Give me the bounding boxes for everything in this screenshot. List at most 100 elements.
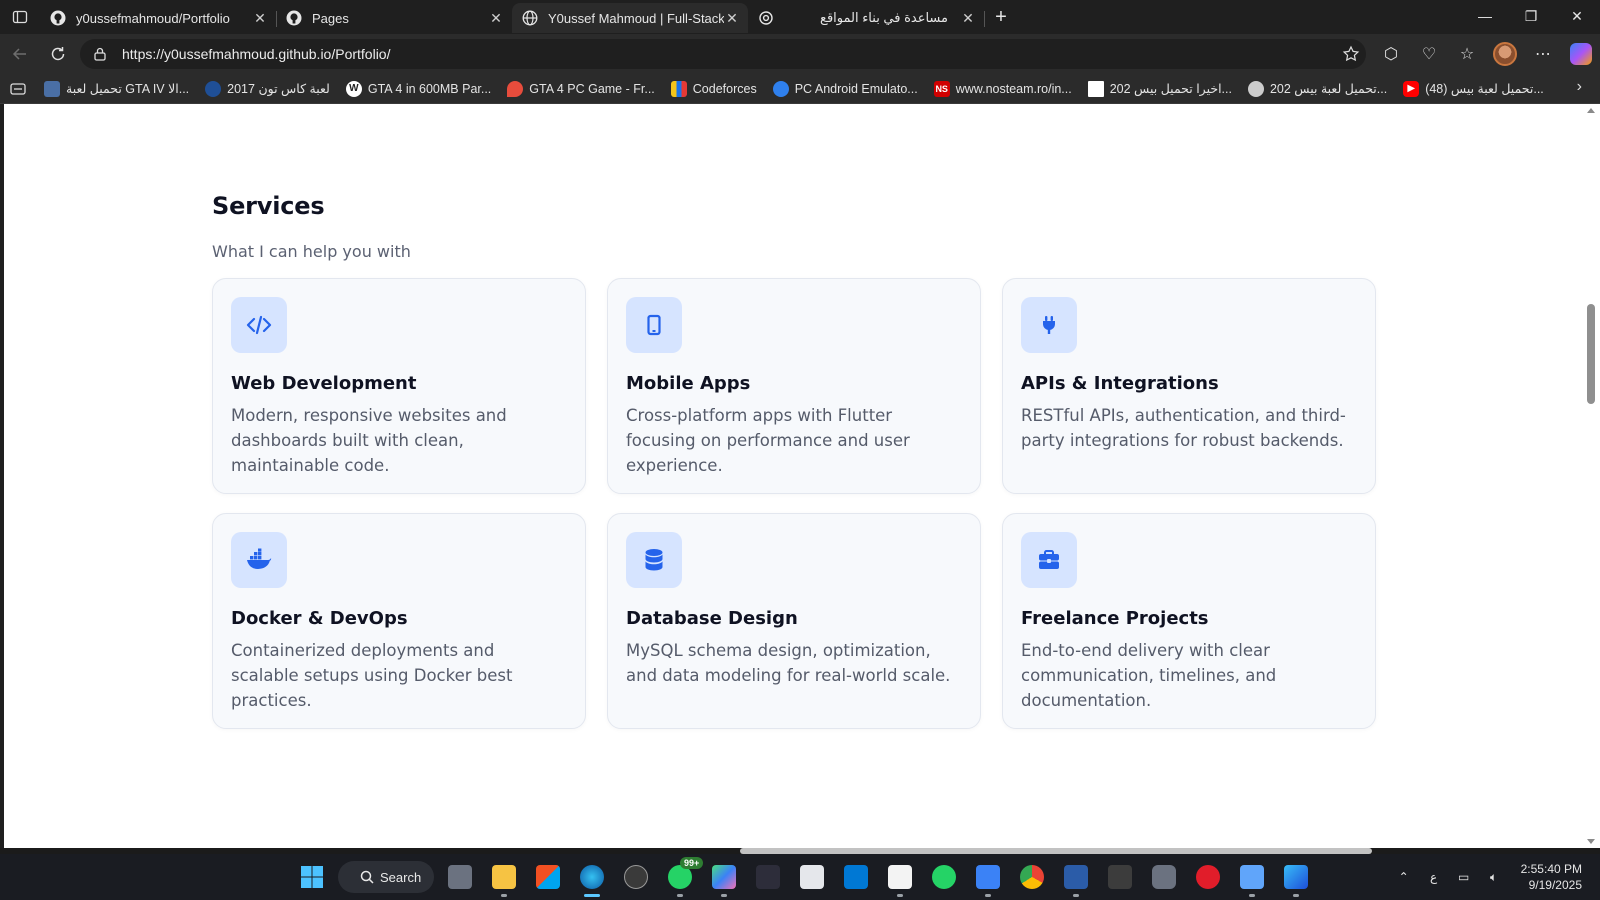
youtube-icon: ▶ [1403,80,1420,97]
browser-tab[interactable]: y0ussefmahmoud/Portfolio ✕ [40,3,277,33]
bookmark-item[interactable]: NS www.nosteam.ro/in... [926,76,1080,102]
browser-essentials-button[interactable]: ♡ [1410,36,1448,72]
bookmark-item[interactable]: اخيرا تحميل بيس 202... [1080,76,1240,102]
folder-icon [492,865,516,889]
bookmark-label: GTA 4 in 600MB Par... [367,81,492,96]
settings-menu-button[interactable]: ⋯ [1524,36,1562,72]
bookmark-item[interactable]: تحميل لعبة GTA IV الا... [36,76,197,102]
browser-tab-active[interactable]: Y0ussef Mahmoud | Full-Stack De ✕ [512,3,748,33]
bookmark-item[interactable]: ▶ (48) تحميل لعبة بيس... [1395,76,1552,102]
close-window-button[interactable]: ✕ [1554,0,1600,32]
app-button[interactable] [614,855,658,899]
bookmark-item[interactable]: تحميل لعبة بيس 202... [1240,76,1395,102]
volume-icon[interactable]: 🔈︎ [1479,870,1509,885]
chevron-right-icon[interactable]: › [1577,78,1582,96]
plug-icon [1043,316,1055,334]
back-button[interactable] [2,36,38,72]
show-hidden-icons-button[interactable]: ⌃ [1389,870,1419,884]
scroll-down-arrow-icon[interactable] [1587,839,1595,844]
network-icon[interactable]: ▭ [1449,870,1479,884]
terminal-button[interactable] [1098,855,1142,899]
services-section: Services What I can help you with Web De… [212,192,1376,729]
powershell-icon [1064,865,1088,889]
running-indicator [1073,894,1079,897]
refresh-button[interactable] [40,36,76,72]
vertical-scrollbar[interactable] [1582,104,1600,848]
edge-button[interactable] [570,855,614,899]
powershell-button[interactable] [1054,855,1098,899]
input-language-indicator[interactable]: ع [1419,870,1449,884]
whatsapp-desktop-button[interactable] [922,855,966,899]
chrome-button[interactable] [1010,855,1054,899]
app-button[interactable] [746,855,790,899]
restore-button[interactable]: ❐ [1508,0,1554,32]
search-icon [360,870,374,884]
tab-actions-button[interactable] [0,0,40,34]
start-button[interactable] [290,855,334,899]
clock[interactable]: 2:55:40 PM 9/19/2025 [1509,861,1600,893]
address-bar[interactable]: https://y0ussefmahmoud.github.io/Portfol… [80,39,1366,69]
bookmark-site-icon [772,80,789,97]
webstorm-button[interactable] [878,855,922,899]
service-icon-box [231,297,287,353]
bookmark-item[interactable]: PC Android Emulato... [765,76,926,102]
opera-button[interactable] [1186,855,1230,899]
minimize-button[interactable]: — [1462,0,1508,32]
close-tab-icon[interactable]: ✕ [724,10,740,26]
app-icon [1284,865,1308,889]
whatsapp-button[interactable]: 99+ [658,855,704,899]
reading-list-button[interactable] [0,82,36,95]
active-indicator [584,894,600,897]
close-tab-icon[interactable]: ✕ [960,10,976,26]
bookmark-item[interactable]: W GTA 4 in 600MB Par... [338,76,499,102]
url-text[interactable]: https://y0ussefmahmoud.github.io/Portfol… [122,46,1336,62]
database-icon [645,549,663,571]
scroll-up-arrow-icon[interactable] [1587,108,1595,113]
bookmark-label: تحميل لعبة GTA IV الا... [66,82,190,96]
close-tab-icon[interactable]: ✕ [488,10,504,26]
app-button[interactable] [702,855,746,899]
whatsapp-icon [932,865,956,889]
app-button[interactable] [1274,855,1318,899]
task-view-icon [448,865,472,889]
taskbar-search[interactable]: Search [338,861,434,893]
bookmark-item[interactable]: Codeforces [663,76,765,102]
terminal-icon [1108,865,1132,889]
chrome-icon [1020,865,1044,889]
service-title: Freelance Projects [1021,608,1209,629]
docker-icon [247,548,272,569]
webstorm-icon [888,865,912,889]
more-horizontal-icon: ⋯ [1535,46,1551,63]
close-tab-icon[interactable]: ✕ [252,10,268,26]
new-tab-button[interactable]: + [984,2,1018,32]
app-button[interactable] [790,855,834,899]
app-icon [976,865,1000,889]
extensions-button[interactable]: ⬡ [1372,36,1410,72]
browser-tab-bar: y0ussefmahmoud/Portfolio ✕ Pages ✕ Y0uss… [0,0,1600,34]
favorite-star-icon[interactable] [1336,45,1366,63]
favorites-button[interactable]: ☆ [1448,36,1486,72]
tab-title: y0ussefmahmoud/Portfolio [76,10,230,26]
app-button[interactable] [966,855,1010,899]
scrollbar-thumb[interactable] [1587,304,1595,404]
app-button[interactable] [1142,855,1186,899]
section-subtitle: What I can help you with [212,242,411,261]
vscode-icon [844,865,868,889]
browser-tab[interactable]: Pages ✕ [276,3,512,33]
bookmark-site-icon [205,80,222,97]
browser-tab[interactable]: مساعدة في بناء المواقع ✕ [748,3,985,33]
bookmark-item[interactable]: GTA 4 PC Game - Fr... [499,76,663,102]
task-view-button[interactable] [438,855,482,899]
browser-toolbar: https://y0ussefmahmoud.github.io/Portfol… [0,34,1600,74]
store-button[interactable] [526,855,570,899]
chevron-up-icon: ⌃ [1398,870,1409,884]
copilot-button[interactable] [1562,36,1600,72]
service-title: Docker & DevOps [231,608,408,629]
site-info-icon[interactable] [92,46,108,62]
notepad-icon [1240,865,1264,889]
vscode-button[interactable] [834,855,878,899]
file-explorer-button[interactable] [482,855,526,899]
profile-button[interactable] [1486,36,1524,72]
bookmark-item[interactable]: لعبة كاس تون 2017 [197,76,338,102]
notepad-button[interactable] [1230,855,1274,899]
